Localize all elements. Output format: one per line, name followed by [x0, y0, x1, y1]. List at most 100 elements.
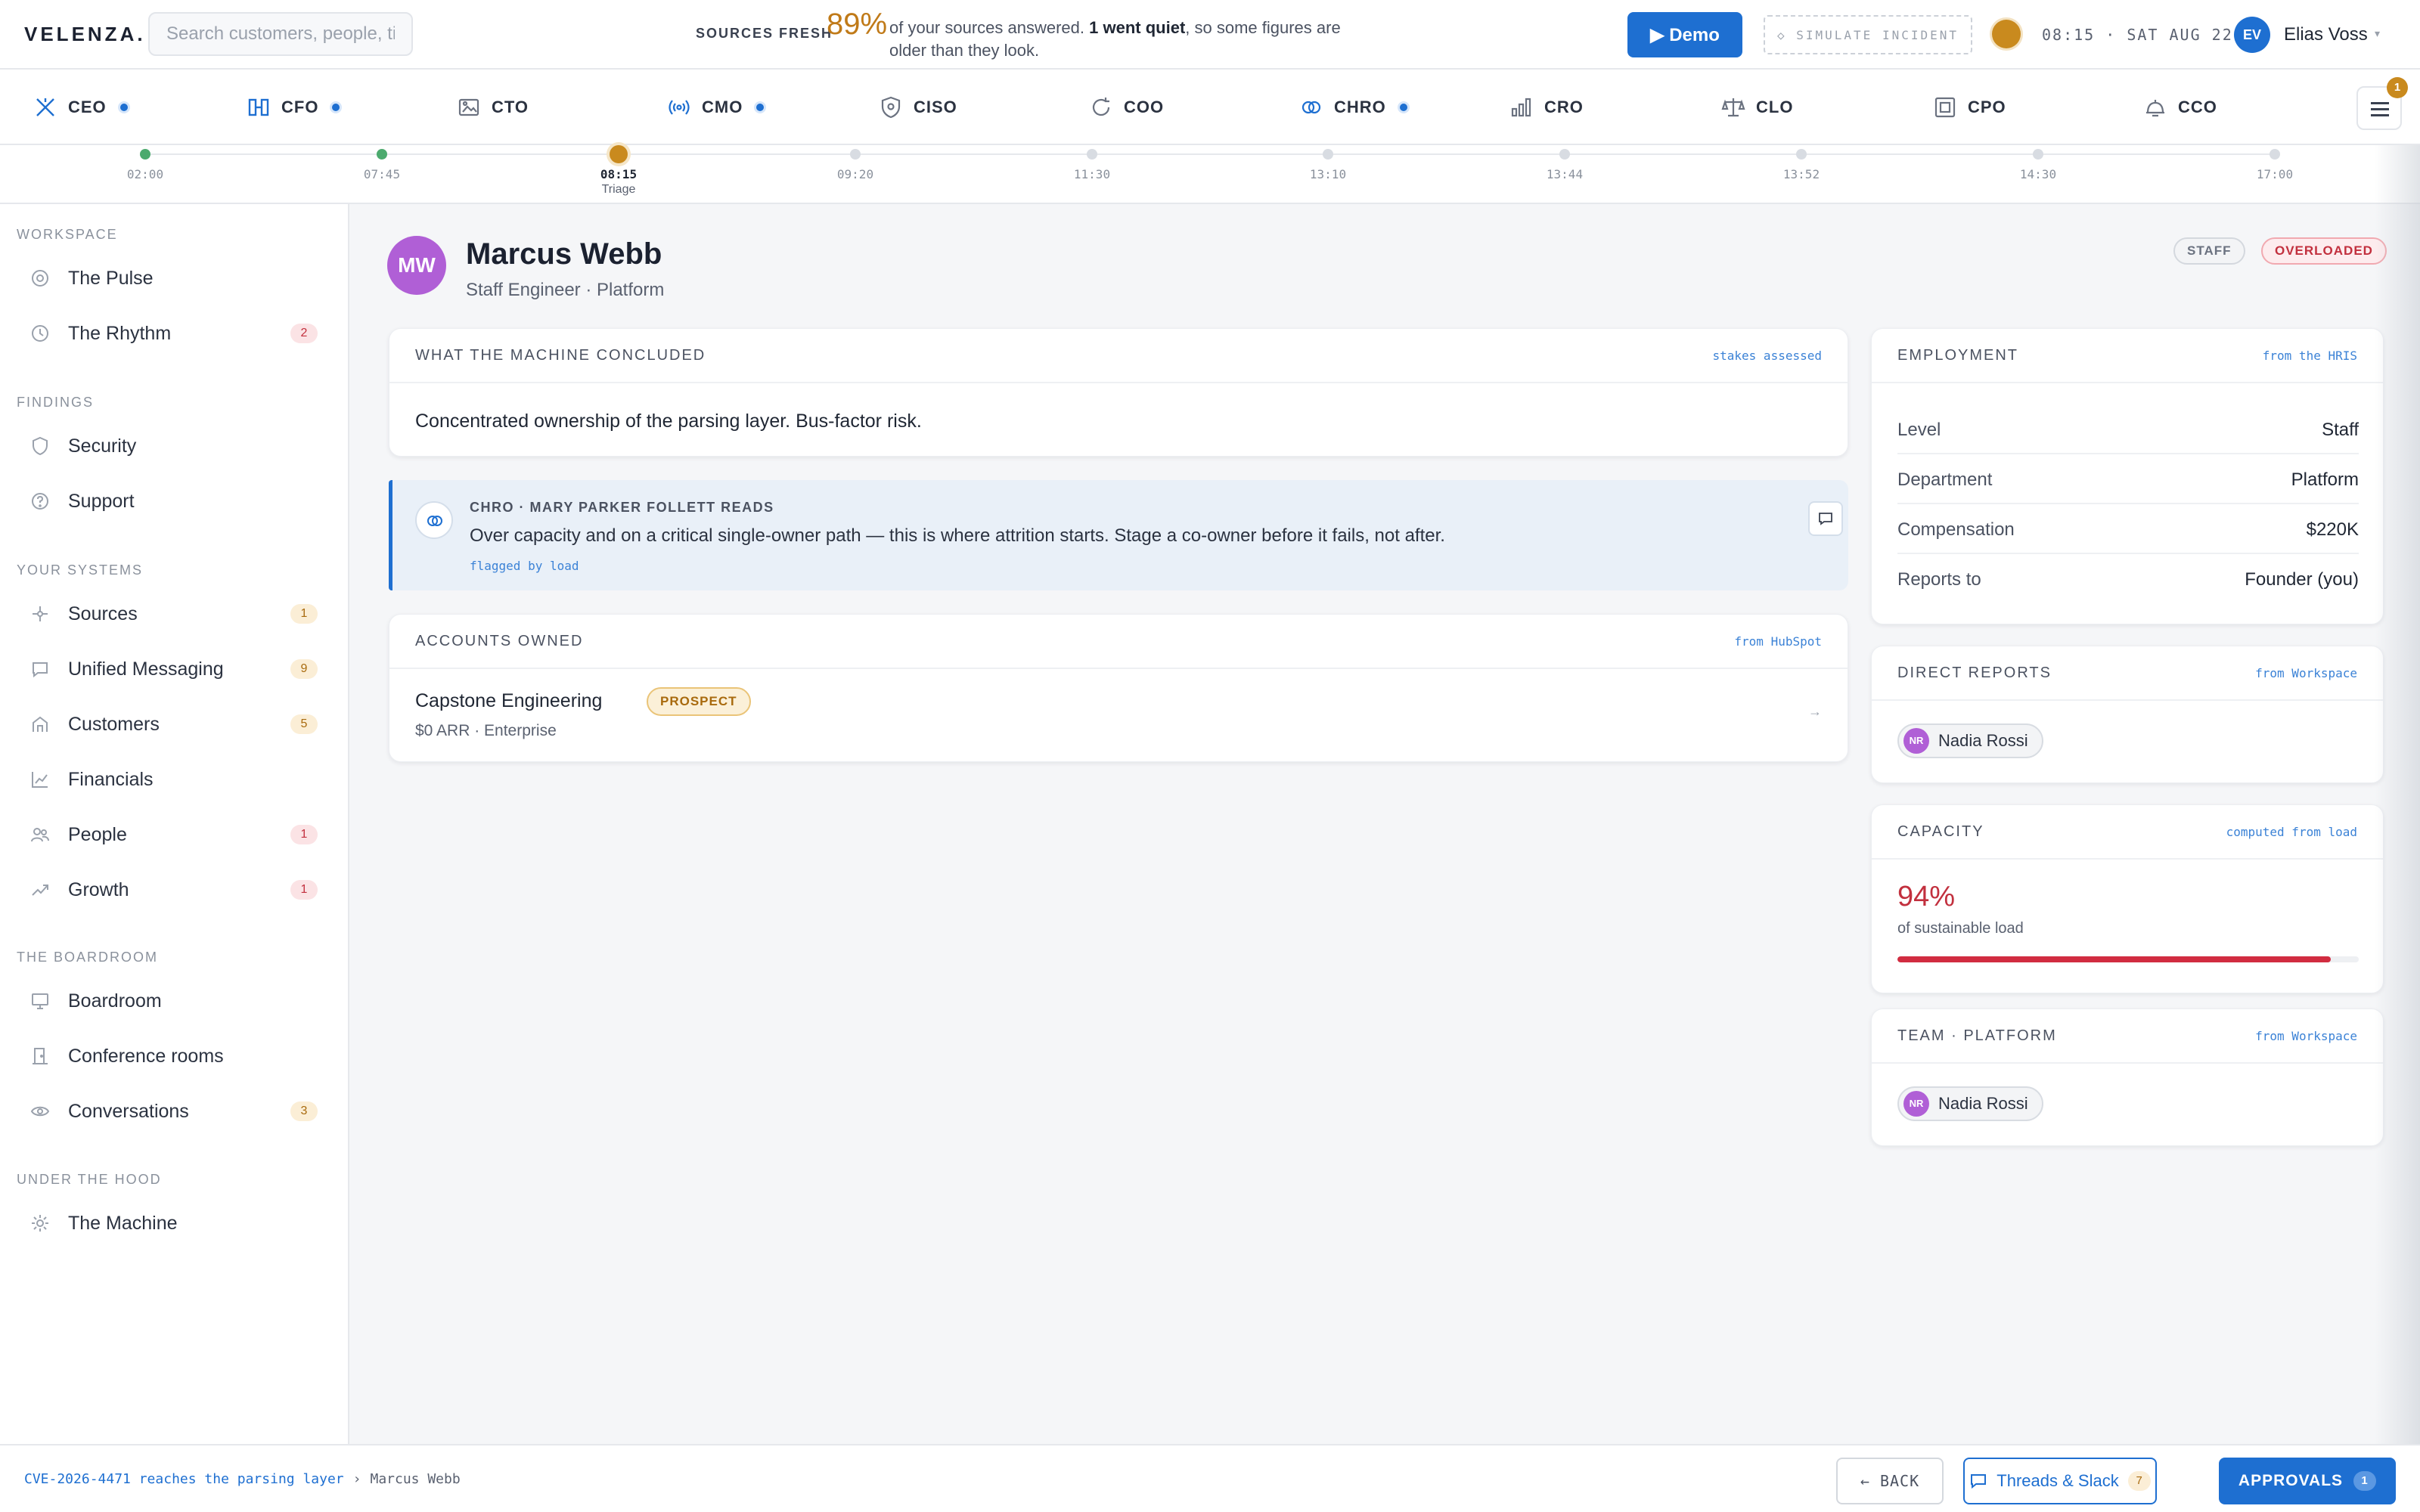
- count-badge: 7: [2127, 1471, 2151, 1491]
- account-name: Capstone Engineering: [415, 690, 603, 711]
- role-tab-ciso[interactable]: CISO: [879, 92, 957, 122]
- sidebar-item-the-machine[interactable]: The Machine: [17, 1202, 328, 1244]
- button-label: Threads & Slack: [1996, 1471, 2119, 1490]
- sidebar-item-sources[interactable]: Sources 1: [17, 593, 328, 635]
- sources-fresh-label: SOURCES FRESH: [696, 26, 833, 41]
- person-role: Staff Engineer · Platform: [466, 280, 665, 300]
- x-icon: [36, 98, 54, 116]
- timeline-stop[interactable]: 13:52: [1756, 145, 1847, 181]
- person-chip[interactable]: NR Nadia Rossi: [1897, 1086, 2043, 1121]
- timeline-stop[interactable]: 14:30: [1993, 145, 2083, 181]
- sidebar-item-boardroom[interactable]: Boardroom: [17, 980, 328, 1022]
- breadcrumb: CVE-2026-4471 reaches the parsing layer …: [24, 1471, 461, 1487]
- message-icon: [1819, 513, 1832, 525]
- sidebar-item-the-rhythm[interactable]: The Rhythm 2: [17, 312, 328, 355]
- message-icon: [1971, 1474, 1987, 1489]
- role-tab-cco[interactable]: CCO: [2143, 92, 2217, 122]
- image-icon: [458, 98, 479, 116]
- sidebar-item-people[interactable]: People 1: [17, 813, 328, 856]
- timeline-stop[interactable]: 13:44: [1519, 145, 1610, 181]
- live-dot-icon: [756, 104, 765, 111]
- approvals-button[interactable]: APPROVALS 1: [2219, 1458, 2396, 1504]
- sidebar-item-customers[interactable]: Customers 5: [17, 703, 328, 745]
- building-icon: [33, 716, 48, 732]
- demo-button[interactable]: ▶ Demo: [1627, 12, 1742, 57]
- bars-icon: [1511, 98, 1531, 117]
- eye-icon: [30, 1106, 50, 1117]
- timeline-stop[interactable]: 07:45: [337, 145, 427, 181]
- card-title: CAPACITY: [1897, 823, 1984, 840]
- sidebar: WORKSPACE The Pulse The Rhythm 2 FINDING…: [0, 204, 349, 1444]
- sidebar-item-conference-rooms[interactable]: Conference rooms: [17, 1035, 328, 1077]
- role-tab-cmo[interactable]: CMO: [667, 92, 765, 122]
- shield-icon: [33, 436, 48, 456]
- simulate-incident-button[interactable]: ◇ SIMULATE INCIDENT: [1764, 15, 1972, 54]
- line-chart-icon: [32, 772, 48, 788]
- sidebar-section-title: WORKSPACE: [17, 227, 118, 242]
- row-value: $220K: [2306, 519, 2359, 540]
- employment-row: Level Staff: [1897, 404, 2359, 454]
- direct-reports-card: DIRECT REPORTS from Workspace NR Nadia R…: [1871, 646, 2384, 783]
- card-header: TEAM · PLATFORM from Workspace: [1872, 1009, 2383, 1064]
- role-tab-ceo[interactable]: CEO: [33, 92, 128, 122]
- timeline-stop[interactable]: 02:00: [100, 145, 191, 181]
- role-tab-cpo[interactable]: CPO: [1933, 92, 2006, 122]
- timeline-dot: [2270, 149, 2280, 160]
- search-input[interactable]: [148, 12, 413, 56]
- rings-icon: [427, 516, 442, 526]
- sidebar-item-support[interactable]: Support: [17, 480, 328, 522]
- sidebar-item-unified-messaging[interactable]: Unified Messaging 9: [17, 648, 328, 690]
- avatar: NR: [1903, 728, 1929, 754]
- person-avatar: MW: [387, 236, 446, 295]
- columns-icon: [248, 98, 269, 116]
- user-name[interactable]: Elias Voss: [2284, 24, 2368, 45]
- role-tab-clo[interactable]: CLO: [1721, 92, 1793, 122]
- timeline-stop[interactable]: 13:10: [1283, 145, 1373, 181]
- sidebar-item-growth[interactable]: Growth 1: [17, 869, 328, 911]
- count-badge: 2: [290, 324, 318, 343]
- sidebar-item-the-pulse[interactable]: The Pulse: [17, 257, 328, 299]
- avatar: NR: [1903, 1091, 1929, 1117]
- timeline-dot: [2033, 149, 2043, 160]
- role-tab-coo[interactable]: COO: [1089, 92, 1164, 122]
- timeline-stop[interactable]: 17:00: [2229, 145, 2320, 181]
- sources-fresh-percent: 89%: [827, 8, 888, 41]
- capacity-bar: [1897, 956, 2359, 962]
- card-title: EMPLOYMENT: [1897, 347, 2019, 364]
- row-label: Department: [1897, 469, 1993, 490]
- role-tab-cfo[interactable]: CFO: [247, 92, 340, 122]
- role-tab-cto[interactable]: CTO: [457, 92, 529, 122]
- card-source: from Workspace: [2255, 666, 2357, 680]
- breadcrumb-link[interactable]: CVE-2026-4471 reaches the parsing layer: [24, 1471, 344, 1487]
- reply-button[interactable]: [1808, 501, 1843, 536]
- person-chip[interactable]: NR Nadia Rossi: [1897, 723, 2043, 758]
- role-tab-cro[interactable]: CRO: [1509, 92, 1584, 122]
- timeline-dot: [1087, 149, 1097, 160]
- timeline-stop-current[interactable]: 08:15 Triage: [573, 145, 664, 197]
- employment-card: EMPLOYMENT from the HRIS Level Staff Depa…: [1871, 328, 2384, 624]
- role-tab-chro[interactable]: CHRO: [1299, 92, 1407, 122]
- bell-icon: [2146, 100, 2164, 117]
- timeline-stop[interactable]: 09:20: [810, 145, 901, 181]
- callout-text: Over capacity and on a critical single-o…: [470, 525, 1445, 546]
- timeline-dot: [1323, 149, 1333, 160]
- back-button[interactable]: ← BACK: [1836, 1458, 1944, 1504]
- user-avatar[interactable]: EV: [2234, 17, 2270, 53]
- monitor-icon: [32, 993, 48, 1009]
- card-title: DIRECT REPORTS: [1897, 665, 2052, 681]
- app-logo[interactable]: VELENZA.: [24, 23, 146, 46]
- breadcrumb-separator: ›: [352, 1471, 361, 1487]
- sources-fresh-summary: of your sources answered. 1 went quiet, …: [889, 18, 1341, 60]
- incident-timeline: 02:00 07:45 08:15 Triage 09:20 11:30 13:1…: [0, 145, 2420, 204]
- row-value: Platform: [2291, 469, 2359, 490]
- sidebar-item-financials[interactable]: Financials: [17, 758, 328, 801]
- chevron-down-icon[interactable]: ▾: [2375, 27, 2380, 40]
- timeline-stop[interactable]: 11:30: [1047, 145, 1137, 181]
- threads-slack-button[interactable]: Threads & Slack 7: [1963, 1458, 2157, 1504]
- account-meta: $0 ARR · Enterprise: [415, 722, 557, 739]
- sidebar-item-conversations[interactable]: Conversations 3: [17, 1090, 328, 1132]
- sidebar-item-security[interactable]: Security: [17, 425, 328, 467]
- cog-icon: [32, 1215, 48, 1232]
- pulse-icon: [32, 270, 48, 287]
- team-card: TEAM · PLATFORM from Workspace NR Nadia …: [1871, 1009, 2384, 1146]
